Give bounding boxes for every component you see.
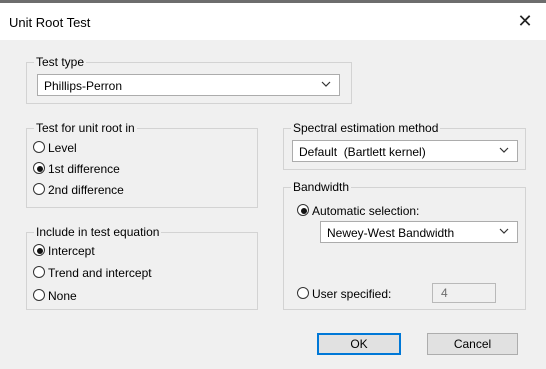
chevron-down-icon — [321, 81, 331, 87]
unit-root-legend: Test for unit root in — [34, 121, 137, 135]
radio-trend-and-intercept-circle — [33, 266, 45, 278]
cancel-button[interactable]: Cancel — [427, 333, 518, 355]
test-type-value: Phillips-Perron — [44, 79, 123, 93]
radio-level-label: Level — [48, 141, 77, 155]
radio-1st-difference-circle — [33, 162, 45, 174]
radio-level[interactable]: Level — [33, 140, 183, 156]
radio-intercept[interactable]: Intercept — [33, 243, 183, 259]
test-type-dropdown[interactable]: Phillips-Perron — [37, 74, 340, 96]
radio-1st-difference-label: 1st difference — [48, 162, 120, 176]
radio-selected-dot — [301, 208, 307, 214]
radio-user-specified-label: User specified: — [312, 287, 392, 301]
window-title: Unit Root Test — [9, 15, 91, 30]
radio-automatic-selection-label: Automatic selection: — [312, 204, 420, 218]
spectral-method-dropdown[interactable]: Default (Bartlett kernel) — [292, 140, 518, 162]
radio-none-circle — [33, 289, 45, 301]
radio-automatic-selection-circle — [297, 204, 309, 216]
test-equation-legend: Include in test equation — [34, 225, 162, 239]
radio-level-circle — [33, 141, 45, 153]
test-type-legend: Test type — [34, 55, 87, 69]
radio-user-specified[interactable]: User specified: — [297, 286, 427, 302]
radio-automatic-selection[interactable]: Automatic selection: — [297, 203, 477, 219]
radio-2nd-difference-label: 2nd difference — [48, 183, 124, 197]
radio-2nd-difference-circle — [33, 183, 45, 195]
radio-intercept-label: Intercept — [48, 244, 95, 258]
radio-intercept-circle — [33, 244, 45, 256]
chevron-down-icon — [499, 147, 509, 153]
radio-user-specified-circle — [297, 287, 309, 299]
chevron-down-icon — [499, 228, 509, 234]
radio-1st-difference[interactable]: 1st difference — [33, 161, 183, 177]
radio-trend-and-intercept-label: Trend and intercept — [48, 266, 152, 280]
bandwidth-method-dropdown[interactable]: Newey-West Bandwidth — [320, 221, 518, 243]
ok-button[interactable]: OK — [317, 333, 401, 355]
title-bar: Unit Root Test ✕ — [0, 3, 546, 40]
radio-none-label: None — [48, 289, 77, 303]
spectral-method-value: Default (Bartlett kernel) — [299, 145, 426, 159]
radio-2nd-difference[interactable]: 2nd difference — [33, 182, 183, 198]
spectral-legend: Spectral estimation method — [291, 121, 441, 135]
radio-selected-dot — [37, 166, 43, 172]
radio-none[interactable]: None — [33, 288, 183, 304]
radio-selected-dot — [37, 248, 43, 254]
radio-trend-and-intercept[interactable]: Trend and intercept — [33, 265, 213, 281]
close-icon[interactable]: ✕ — [512, 9, 538, 33]
bandwidth-legend: Bandwidth — [291, 180, 352, 194]
user-bandwidth-field[interactable]: 4 — [432, 283, 496, 303]
bandwidth-method-value: Newey-West Bandwidth — [327, 226, 455, 240]
